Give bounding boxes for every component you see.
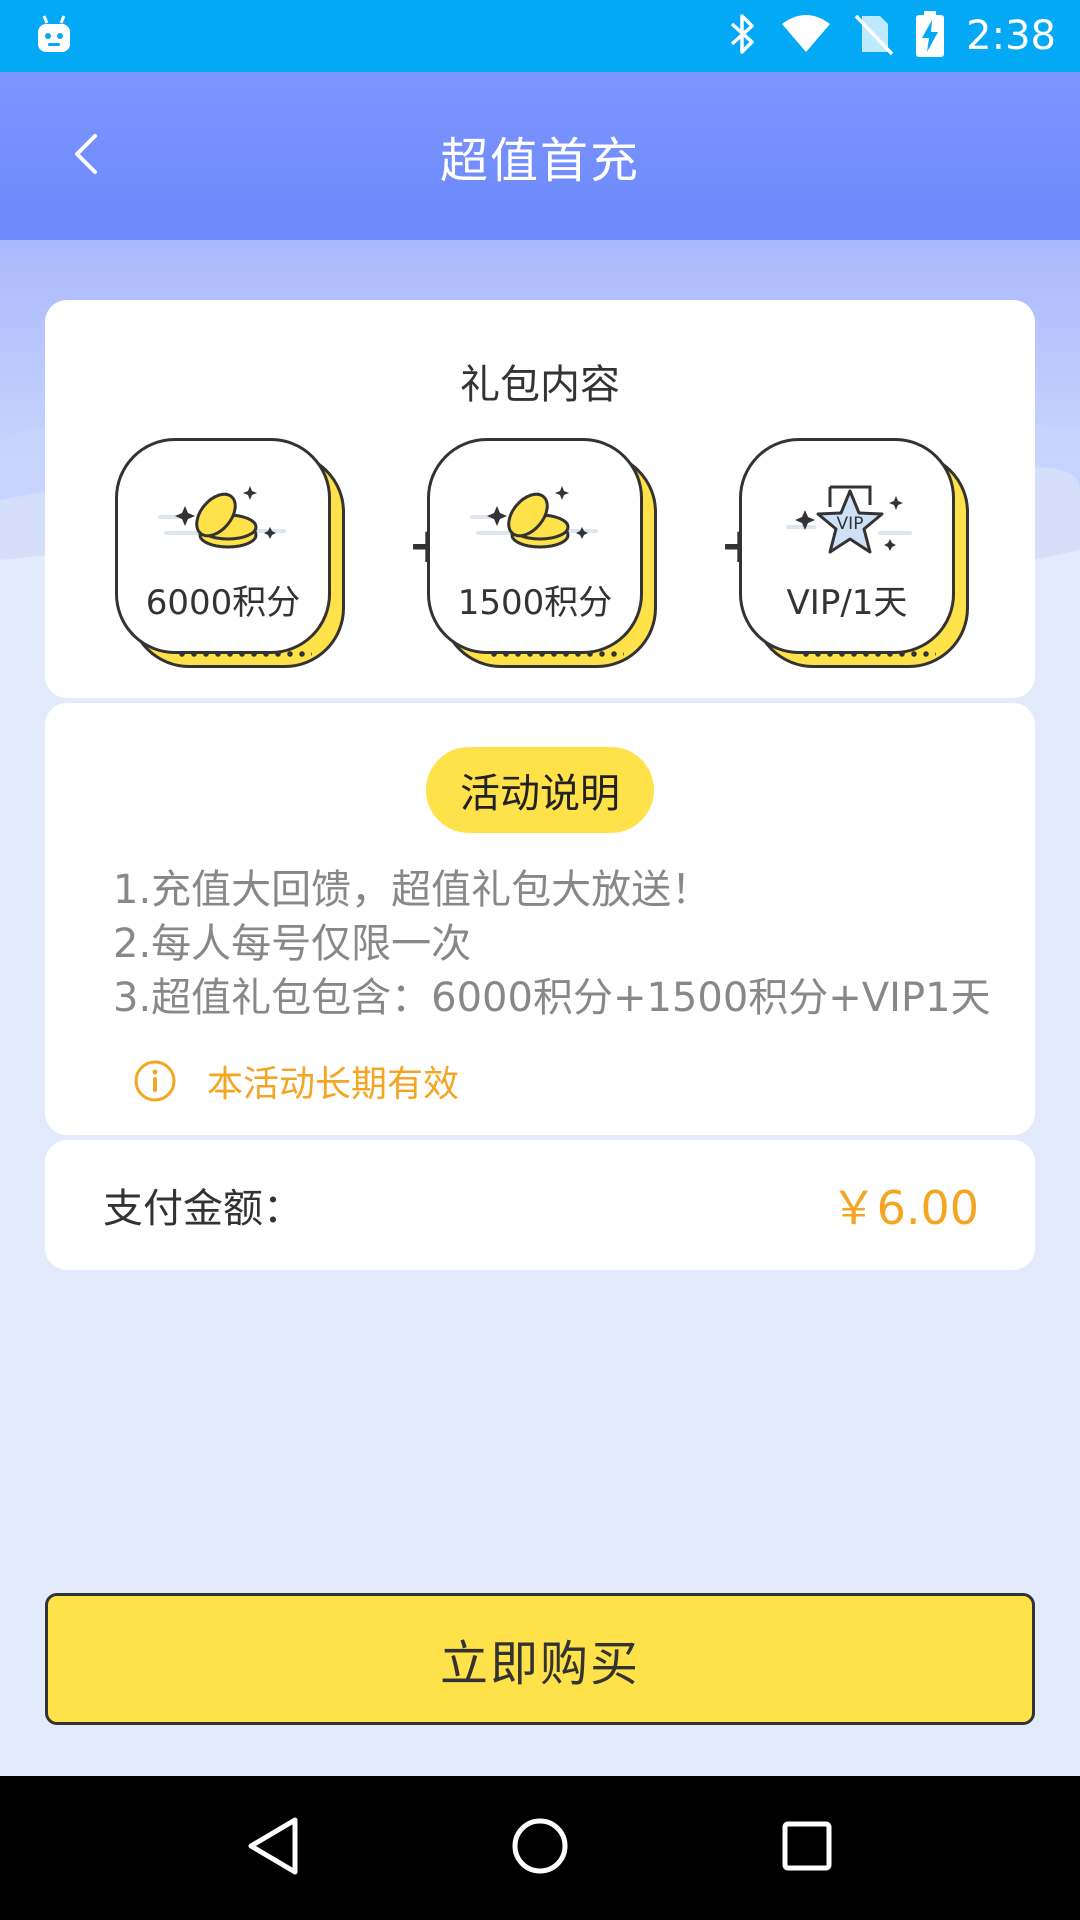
gift-package-title: 礼包内容 xyxy=(460,362,620,408)
rules-line: 1.充值大回馈，超值礼包大放送！ xyxy=(113,867,712,913)
validity-notice: 本活动长期有效 xyxy=(133,1055,459,1107)
battery-charging-icon xyxy=(916,11,945,61)
gift-item-face: 6000积分 xyxy=(115,438,331,654)
vip-star-icon: VIP xyxy=(778,485,922,565)
gift-item-label: 1500积分 xyxy=(457,583,613,623)
buy-now-button[interactable]: 立即购买 xyxy=(45,1593,1035,1725)
recents-square-icon xyxy=(781,1820,833,1876)
gift-item-face: 1500积分 xyxy=(427,438,643,654)
payment-label: 支付金额： xyxy=(103,1186,303,1232)
rules-title-badge: 活动说明 xyxy=(426,747,654,833)
chevron-left-icon xyxy=(71,132,101,180)
bluetooth-icon xyxy=(728,12,758,60)
android-icon xyxy=(36,14,72,58)
payment-amount: ￥6.00 xyxy=(830,1181,979,1235)
home-circle-icon xyxy=(510,1816,570,1880)
rules-line: 2.每人每号仅限一次 xyxy=(113,921,472,967)
app-bar: 超值首充 xyxy=(0,72,1080,240)
notice-text: 本活动长期有效 xyxy=(207,1064,460,1105)
status-time: 2:38 xyxy=(966,13,1056,59)
nav-back-button[interactable] xyxy=(233,1808,313,1888)
wifi-icon xyxy=(780,14,832,58)
gift-item-vip: VIP VIP/1天 xyxy=(739,438,971,670)
status-bar: 2:38 xyxy=(0,0,1080,72)
page-title: 超值首充 xyxy=(439,133,640,189)
gift-item-label: VIP/1天 xyxy=(786,583,908,623)
coins-icon xyxy=(154,485,298,565)
nav-recents-button[interactable] xyxy=(767,1808,847,1888)
gift-package-card: 礼包内容 6000积分 1500积分 VIP VIP/1天 xyxy=(45,300,1035,698)
gift-item-points-1500: 1500积分 xyxy=(427,438,659,670)
no-sim-icon xyxy=(854,12,894,60)
gift-item-points-6000: 6000积分 xyxy=(115,438,347,670)
gift-item-face: VIP VIP/1天 xyxy=(739,438,955,654)
gift-item-label: 6000积分 xyxy=(145,583,301,623)
back-button[interactable] xyxy=(56,126,116,186)
rules-list: 1.充值大回馈，超值礼包大放送！ 2.每人每号仅限一次 3.超值礼包包含：600… xyxy=(113,863,1013,1025)
back-triangle-icon xyxy=(245,1816,301,1880)
activity-rules-card: 活动说明 1.充值大回馈，超值礼包大放送！ 2.每人每号仅限一次 3.超值礼包包… xyxy=(45,703,1035,1135)
system-nav-bar xyxy=(0,1776,1080,1920)
nav-home-button[interactable] xyxy=(500,1808,580,1888)
svg-text:VIP: VIP xyxy=(837,514,864,534)
gift-items-row: 6000积分 + xyxy=(45,438,1035,668)
rules-line: 3.超值礼包包含：6000积分+1500积分+VIP1天 xyxy=(113,975,991,1021)
info-icon xyxy=(133,1059,177,1103)
payment-card: 支付金额： ￥6.00 xyxy=(45,1140,1035,1270)
coins-icon xyxy=(466,485,610,565)
